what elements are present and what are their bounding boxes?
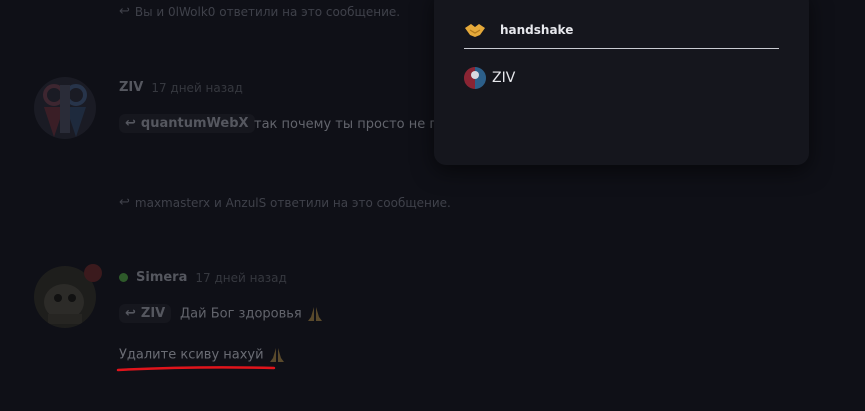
- reply-arrow-icon: ↩: [119, 4, 130, 19]
- badge-icon: [84, 264, 102, 282]
- author-name[interactable]: ZIV: [119, 80, 143, 95]
- reply-arrow-icon: ↩: [125, 306, 136, 321]
- reply-chip-ziv[interactable]: ↩ ZIV: [119, 304, 172, 323]
- replies-notice-mid[interactable]: ↩ maxmasterx и AnzulS ответили на это со…: [119, 195, 451, 210]
- folded-hands-icon: [307, 307, 322, 321]
- message-text-line1: Дай Бог здоровья: [180, 305, 324, 323]
- reply-chip-quantumwebx[interactable]: ↩ quantumWebX: [119, 114, 255, 133]
- message-text-line2: Удалите ксиву нахуй: [119, 346, 286, 364]
- avatar-ziv-small: [464, 67, 486, 89]
- message-text-ziv: так почему ты просто не пр: [254, 117, 447, 132]
- reactions-popup: handshake ZIV: [434, 0, 809, 165]
- timestamp: 17 дней назад: [195, 270, 287, 285]
- reaction-user-ziv[interactable]: ZIV: [464, 67, 515, 89]
- timestamp: 17 дней назад: [151, 80, 243, 95]
- online-status-icon: [119, 273, 128, 282]
- replies-notice-top[interactable]: ↩ Вы и 0lWolk0 ответили на это сообщение…: [119, 4, 400, 19]
- handshake-icon: [465, 24, 485, 37]
- author-name[interactable]: Simera: [136, 270, 187, 285]
- red-underline-annotation: [116, 366, 276, 372]
- reaction-tab-handshake[interactable]: handshake: [464, 22, 779, 49]
- message-header-simera: Simera 17 дней назад: [119, 270, 287, 285]
- reply-arrow-icon: ↩: [119, 195, 130, 210]
- reply-arrow-icon: ↩: [125, 116, 136, 131]
- avatar-ziv[interactable]: [34, 77, 96, 139]
- message-header-ziv: ZIV 17 дней назад: [119, 80, 243, 95]
- folded-hands-icon: [269, 348, 284, 362]
